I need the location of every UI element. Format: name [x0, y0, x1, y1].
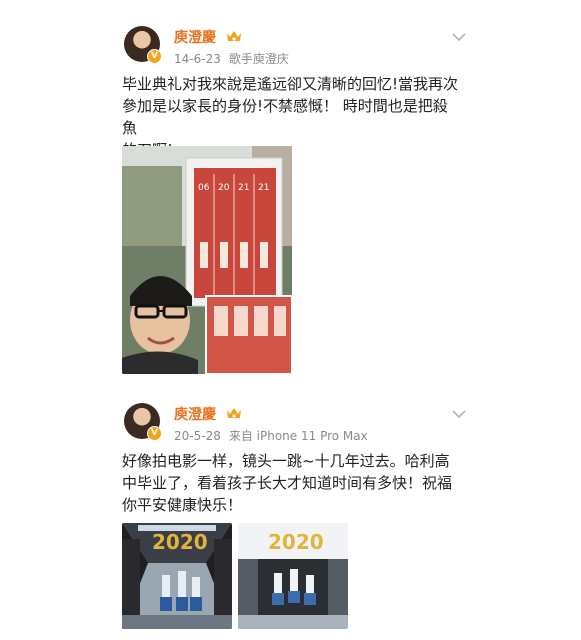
post-photo[interactable]: 2020 [238, 523, 348, 629]
post-source[interactable]: 来自 iPhone 11 Pro Max [229, 429, 368, 443]
post-meta: 20-5-28 来自 iPhone 11 Pro Max [174, 427, 368, 444]
post-photo[interactable]: 06 20 21 21 [122, 146, 292, 374]
crown-icon [227, 31, 241, 41]
photo-scene: 06 20 21 21 [122, 146, 292, 374]
board-date-1: 06 [198, 183, 210, 193]
post-text-line: 中毕业了，看着孩子长大才知道时间有多快！祝福 [122, 474, 453, 492]
board-date-2: 20 [218, 183, 230, 193]
chevron-down-icon[interactable] [452, 409, 466, 419]
post-source[interactable]: 歌手庾澄庆 [229, 52, 289, 66]
post-text-line: 參加是以家長的身份!不禁感慨！ 時时間也是把殺魚 [122, 97, 448, 137]
post-text: 好像拍电影一样，镜头一跳~十几年过去。哈利高 中毕业了，看着孩子长大才知道时间有… [122, 450, 462, 516]
verified-badge: V [147, 49, 162, 64]
post-text-line: 你平安健康快乐！ [122, 496, 243, 514]
chevron-down-icon[interactable] [452, 32, 466, 42]
post-photo[interactable]: 2020 [122, 523, 232, 629]
post-date: 14-6-23 [174, 52, 221, 66]
author-name[interactable]: 庾澄慶 [174, 27, 216, 47]
post-1: V 庾澄慶 14-6-23 歌手庾澄庆 毕业典礼对我來說是遙远卻又清晰的回忆!當我… [0, 0, 581, 390]
avatar[interactable]: V [124, 403, 162, 441]
post-2: V 庾澄慶 20-5-28 来自 iPhone 11 Pro Max 好像拍电影一… [0, 395, 581, 640]
photo-scene: 2020 [122, 523, 232, 629]
author-name[interactable]: 庾澄慶 [174, 404, 216, 424]
photo-scene: 2020 [238, 523, 348, 629]
board-date-4: 21 [258, 183, 269, 193]
board-date-3: 21 [238, 183, 249, 193]
verified-badge: V [147, 426, 162, 441]
banner-2020: 2020 [152, 530, 208, 554]
crown-icon [227, 408, 241, 418]
post-text-line: 好像拍电影一样，镜头一跳~十几年过去。哈利高 [122, 452, 450, 470]
post-date: 20-5-28 [174, 429, 221, 443]
post-meta: 14-6-23 歌手庾澄庆 [174, 50, 289, 67]
post-text-line: 毕业典礼对我來說是遙远卻又清晰的回忆!當我再次 [122, 75, 459, 93]
banner-2020: 2020 [268, 530, 324, 554]
avatar[interactable]: V [124, 26, 162, 64]
